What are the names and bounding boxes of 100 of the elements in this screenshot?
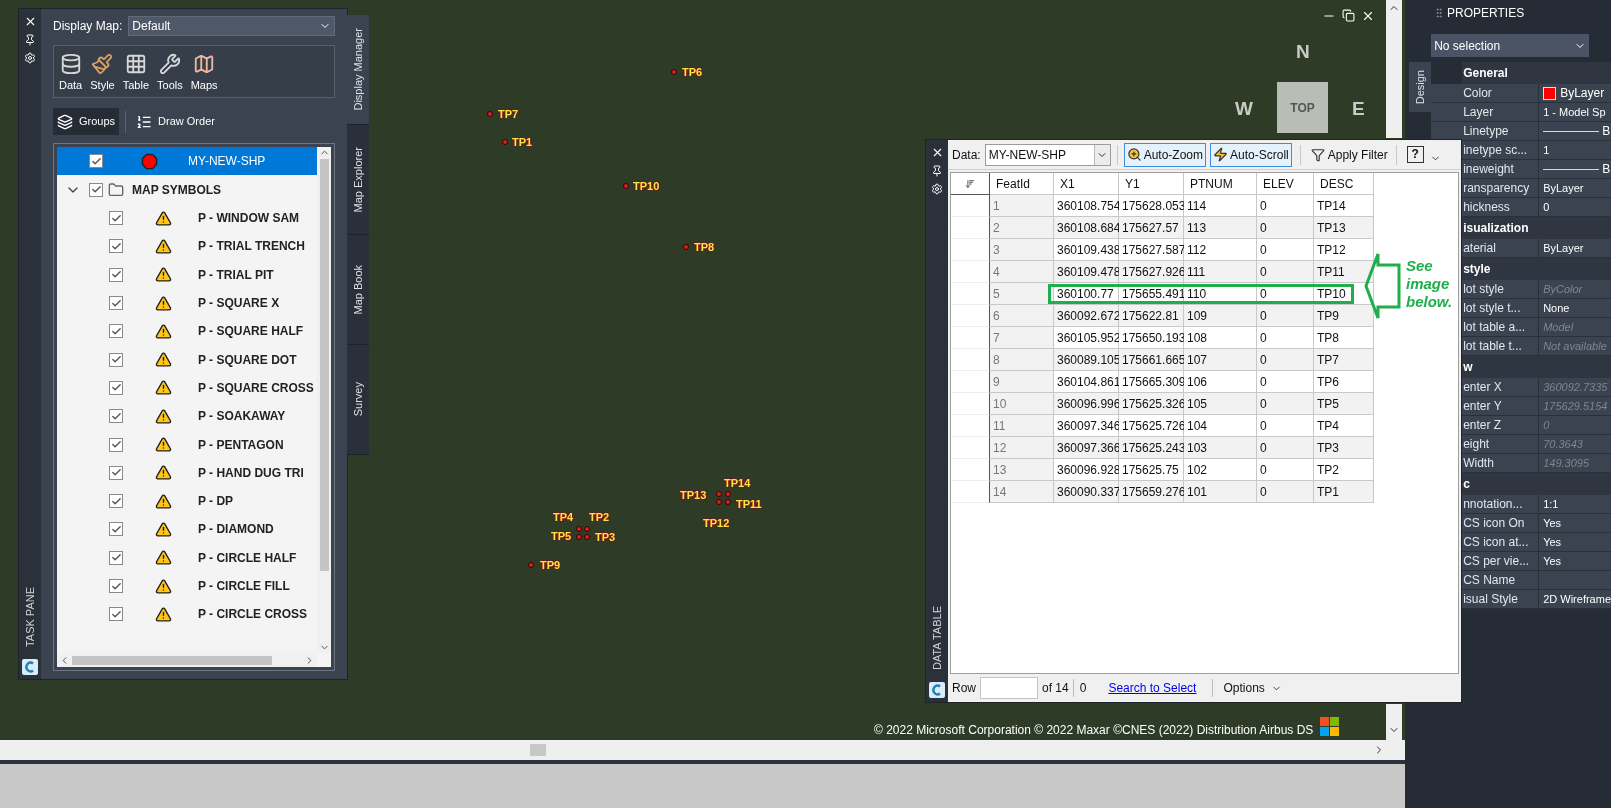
map-point-marker[interactable] [725,491,731,497]
map-point-marker[interactable] [528,562,534,568]
row-header-cell[interactable] [951,393,990,415]
selection-dropdown[interactable]: No selection [1431,34,1590,57]
layer-row[interactable]: P - TRIAL TRENCH [57,232,317,261]
toggle-button[interactable]: Auto-Scroll [1210,142,1292,167]
display-map-dropdown[interactable]: Default [128,16,335,36]
scrollbar-thumb[interactable] [530,744,546,756]
row-header-cell[interactable] [951,459,990,481]
row-header-cell[interactable] [951,437,990,459]
side-tab[interactable]: Map Book [347,235,369,345]
help-button[interactable]: ? [1406,146,1424,163]
pin-icon[interactable] [24,34,36,46]
row-header-cell[interactable] [951,327,990,349]
section-header[interactable]: style [1462,258,1611,280]
vertical-scrollbar[interactable] [317,147,331,653]
map-point-marker[interactable] [576,534,582,540]
checkbox[interactable] [89,154,103,168]
checkbox[interactable] [109,409,123,424]
section-header[interactable]: General [1462,62,1611,84]
checkbox[interactable] [109,607,123,622]
layer-group-row[interactable]: MAP SYMBOLS [57,175,317,204]
layer-row[interactable]: P - WINDOW SAM [57,204,317,233]
apply-filter-button[interactable]: Apply Filter [1308,142,1390,167]
checkbox[interactable] [109,211,123,226]
checkbox[interactable] [109,380,123,395]
layer-row[interactable]: P - CIRCLE HALF [57,543,317,572]
map-point-marker[interactable] [487,111,493,117]
data-source-dropdown[interactable]: MY-NEW-SHP [984,143,1111,166]
toggle-button[interactable]: Auto-Zoom [1123,142,1207,167]
search-to-select-link[interactable]: Search to Select [1108,679,1197,697]
layer-row[interactable]: P - CIRCLE CROSS [57,600,317,629]
layer-row[interactable]: P - SQUARE CROSS [57,373,317,403]
checkbox[interactable] [109,296,123,311]
settings-icon[interactable] [931,183,943,195]
map-point-marker[interactable] [683,244,689,250]
map-point-marker[interactable] [576,526,582,532]
row-header-cell[interactable] [951,481,990,503]
section-header[interactable]: isualization [1462,217,1611,239]
layer-row[interactable]: P - DIAMOND [57,515,317,544]
side-tab[interactable]: Display Manager [347,15,369,125]
map-scrollbar-bottom[interactable] [1386,704,1402,740]
row-header-cell[interactable] [951,261,990,283]
row-header-cell[interactable] [951,239,990,261]
viewcube-direction[interactable]: N [1296,38,1310,67]
checkbox[interactable] [109,239,123,254]
section-header[interactable]: c [1462,473,1611,495]
toolbar-button[interactable]: Maps [189,52,219,93]
options-button[interactable]: Options [1217,679,1288,697]
sort-icon[interactable] [965,178,975,189]
map-point-marker[interactable] [584,526,590,532]
row-header-cell[interactable] [951,415,990,437]
toolbar-button[interactable]: Tools [156,52,184,93]
row-header-cell[interactable] [951,305,990,327]
checkbox[interactable] [109,267,123,282]
checkbox[interactable] [109,522,123,537]
map-point-marker[interactable] [502,139,508,145]
row-header-cell[interactable] [951,371,990,393]
map-point-marker[interactable] [716,499,722,505]
layer-row[interactable]: P - CIRCLE FILL [57,571,317,601]
layer-row[interactable]: P - SQUARE DOT [57,345,317,374]
checkbox[interactable] [109,494,123,509]
design-tab[interactable]: Design [1409,62,1431,112]
side-tab[interactable]: Survey [347,345,369,455]
checkbox[interactable] [109,465,123,480]
row-header-cell[interactable] [951,349,990,371]
layer-row[interactable]: P - SQUARE HALF [57,317,317,346]
viewcube-direction[interactable]: W [1235,95,1253,124]
map-point-marker[interactable] [584,534,590,540]
layer-row[interactable]: P - SOAKAWAY [57,402,317,431]
section-header[interactable]: w [1462,356,1611,378]
toolbar-button[interactable]: Table [121,52,150,93]
layer-row[interactable]: MY-NEW-SHP [57,147,317,175]
layer-row[interactable]: P - DP [57,486,317,516]
side-tab[interactable]: Map Explorer [347,125,369,235]
viewcube-top-face[interactable]: TOP [1277,82,1328,133]
checkbox[interactable] [109,437,123,452]
map-point-marker[interactable] [623,183,629,189]
grip-icon[interactable] [1433,7,1445,19]
checkbox[interactable] [89,182,103,197]
map-scrollbar-top[interactable] [1386,0,1402,138]
toolbar-button[interactable]: Data [58,52,84,93]
checkbox[interactable] [109,352,123,367]
map-point-marker[interactable] [671,69,677,75]
pin-icon[interactable] [931,165,943,177]
layer-row[interactable]: P - PENTAGON [57,430,317,459]
horizontal-scrollbar[interactable] [57,653,317,667]
toolbar-button[interactable]: Style [89,52,116,93]
row-header-cell[interactable] [951,195,990,217]
layer-row[interactable]: P - HAND DUG TRI [57,458,317,487]
viewcube-direction[interactable]: E [1352,95,1365,124]
view-mode-button[interactable]: Draw Order [132,108,219,135]
layer-row[interactable]: P - TRIAL PIT [57,260,317,289]
map-point-marker[interactable] [716,491,722,497]
map-point-marker[interactable] [725,499,731,505]
checkbox[interactable] [109,324,123,339]
close-icon[interactable] [1361,9,1375,23]
row-header-cell[interactable] [951,217,990,239]
layer-row[interactable]: P - SQUARE X [57,288,317,318]
view-mode-button[interactable]: Groups [53,108,120,135]
